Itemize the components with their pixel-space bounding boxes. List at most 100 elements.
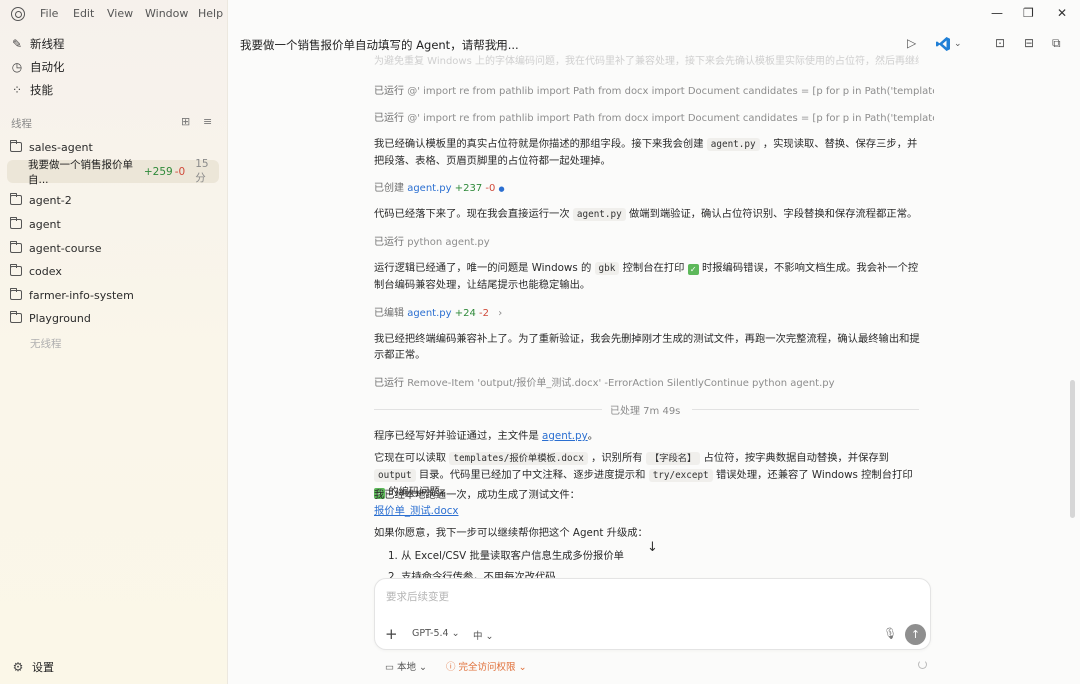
settings-label: 设置 — [32, 661, 54, 674]
menu-file[interactable]: File — [40, 7, 58, 20]
filter-icon[interactable]: ≡ — [203, 115, 212, 128]
scroll-down-arrow-icon[interactable]: ↓ — [647, 540, 658, 555]
add-attachment-icon[interactable]: + — [385, 625, 398, 643]
folder-label: farmer-info-system — [29, 288, 134, 302]
processed-duration: 已处理 7m 49s — [610, 406, 681, 417]
nav-automation[interactable]: ◷ 自动化 — [10, 56, 65, 78]
folder-icon — [10, 140, 22, 152]
thread-removed-count: -0 — [174, 165, 186, 178]
threads-section-label: 线程 — [11, 118, 32, 130]
run-command-row[interactable]: 已运行 python agent.py — [374, 233, 934, 248]
menu-window[interactable]: Window — [145, 7, 188, 20]
assistant-message: 代码已经落下来了。现在我会直接运行一次 agent.py 做端到端验证，确认占位… — [374, 208, 918, 221]
folder-farmer-info-system[interactable]: farmer-info-system — [10, 285, 134, 305]
more-options-icon[interactable]: ··· — [491, 36, 502, 50]
assistant-message: 如果你愿意，我下一步可以继续帮你把这个 Agent 升级成： — [374, 527, 648, 539]
nav-label: 新线程 — [30, 37, 65, 51]
assistant-message: 运行逻辑已经通了，唯一的问题是 Windows 的 gbk 控制台在打印 ✓ 时… — [374, 262, 919, 291]
thread-header-title: 我要做一个销售报价单自动填写的 Agent，请帮我用... — [240, 38, 519, 52]
location-selector[interactable]: ▭ 本地 ⌄ — [385, 659, 427, 673]
nav-label: 技能 — [30, 83, 53, 97]
file-link[interactable]: agent.py — [542, 430, 588, 442]
file-link[interactable]: agent.py — [407, 183, 451, 194]
output-file-row: 报价单_测试.docx — [374, 503, 934, 519]
folder-icon — [10, 193, 22, 205]
file-link[interactable]: agent.py — [407, 308, 451, 319]
folder-icon — [10, 217, 22, 229]
thread-added-count: +259 — [143, 165, 173, 178]
menu-help[interactable]: Help — [198, 7, 223, 20]
gear-icon: ⚙ — [12, 660, 24, 674]
folder-label: Playground — [29, 311, 91, 325]
close-icon[interactable]: ✕ — [1057, 6, 1067, 20]
loading-spinner-icon — [918, 660, 927, 669]
settings-button[interactable]: ⚙ 设置 — [11, 659, 54, 675]
composer-placeholder: 要求后续变更 — [386, 591, 449, 603]
message-composer[interactable]: 要求后续变更 + GPT-5.4 ⌄ 中 ⌄ 🎙 ↑ — [374, 578, 931, 650]
minimize-icon[interactable]: — — [991, 6, 1003, 20]
nav-new-thread[interactable]: ✎ 新线程 — [10, 33, 65, 55]
run-command-row[interactable]: 已运行 @' import re from pathlib import Pat… — [374, 82, 934, 97]
permission-selector[interactable]: ⓘ 完全访问权限 ⌄ — [446, 659, 527, 673]
thread-item-active[interactable]: 我要做一个销售报价单自... +259 -0 15 分 — [7, 158, 219, 186]
run-icon[interactable]: ▷ — [907, 36, 916, 50]
assistant-message: 我已经把终端编码兼容补上了。为了重新验证，我会先删掉刚才生成的测试文件，再跑一次… — [374, 333, 920, 361]
folder-agent[interactable]: agent — [10, 214, 61, 234]
send-button[interactable]: ↑ — [905, 624, 926, 645]
edited-file-row[interactable]: 已编辑 agent.py +24 -2 › — [374, 304, 934, 319]
folder-icon — [10, 311, 22, 323]
list-item: 1. 从 Excel/CSV 批量读取客户信息生成多份报价单 — [388, 550, 624, 562]
grid-icon: ⁘ — [11, 83, 23, 97]
split-panel-icon[interactable]: ⧉ — [1052, 36, 1061, 51]
folder-icon — [10, 241, 22, 253]
processed-divider: 已处理 7m 49s — [374, 402, 919, 417]
folder-codex[interactable]: codex — [10, 261, 62, 281]
folder-sales-agent[interactable]: sales-agent — [10, 137, 93, 157]
thread-title: 我要做一个销售报价单自... — [28, 158, 133, 186]
model-selector[interactable]: GPT-5.4 ⌄ — [412, 628, 460, 639]
edit-icon: ✎ — [11, 37, 23, 51]
faded-message: 为避免重复 Windows 上的字体编码问题，我在代码里补了兼容处理，接下来会先… — [374, 56, 919, 67]
check-emoji-icon: ✓ — [687, 264, 699, 275]
effort-selector[interactable]: 中 ⌄ — [473, 628, 494, 642]
vscode-icon[interactable] — [935, 36, 951, 52]
folder-label: codex — [29, 264, 62, 278]
run-command-row[interactable]: 已运行 @' import re from pathlib import Pat… — [374, 109, 934, 124]
empty-thread-label: 无线程 — [30, 338, 62, 350]
assistant-message: 程序已经写好并验证通过，主文件是 agent.py。 — [374, 430, 598, 442]
folder-label: agent — [29, 217, 61, 231]
menu-bar: File Edit View Window Help — [0, 0, 228, 28]
nav-skills[interactable]: ⁘ 技能 — [10, 79, 53, 101]
app-logo-icon — [11, 7, 25, 21]
menu-view[interactable]: View — [107, 7, 133, 20]
microphone-icon[interactable]: 🎙 — [883, 627, 897, 640]
main-panel: — ❐ ✕ 我要做一个销售报价单自动填写的 Agent，请帮我用... ··· … — [228, 0, 1080, 684]
terminal-icon[interactable]: ⊡ — [995, 36, 1005, 50]
folder-agent-course[interactable]: agent-course — [10, 238, 102, 258]
chevron-right-icon[interactable]: › — [498, 308, 502, 319]
folder-playground[interactable]: Playground — [10, 308, 91, 328]
assistant-message: 我已经本地跑通一次，成功生成了测试文件： — [374, 489, 580, 501]
new-folder-icon[interactable]: ⊞ — [181, 115, 190, 128]
nav-label: 自动化 — [30, 60, 65, 74]
maximize-icon[interactable]: ❐ — [1023, 6, 1034, 20]
folder-label: agent-course — [29, 241, 102, 255]
sidebar: File Edit View Window Help ✎ 新线程 ◷ 自动化 ⁘… — [0, 0, 228, 684]
chevron-down-icon[interactable]: ⌄ — [954, 39, 962, 49]
folder-icon — [10, 288, 22, 300]
clock-icon: ◷ — [11, 60, 23, 74]
thread-age: 15 分 — [195, 158, 209, 184]
file-link[interactable]: 报价单_测试.docx — [374, 505, 459, 517]
assistant-message: 我已经确认模板里的真实占位符就是你描述的那组字段。接下来我会创建 agent.p… — [374, 138, 918, 167]
menu-edit[interactable]: Edit — [73, 7, 94, 20]
list-item: 2. 支持命令行传参，不用每次改代码 — [388, 571, 556, 578]
folder-icon — [10, 264, 22, 276]
folder-label: sales-agent — [29, 140, 93, 154]
folder-label: agent-2 — [29, 193, 72, 207]
chat-scrollbar[interactable] — [1070, 380, 1075, 518]
run-command-row[interactable]: 已运行 Remove-Item 'output/报价单_测试.docx' -Er… — [374, 374, 934, 389]
status-dot-icon: ● — [498, 185, 505, 193]
folder-agent-2[interactable]: agent-2 — [10, 190, 72, 210]
created-file-row[interactable]: 已创建 agent.py +237 -0 ● — [374, 179, 934, 194]
diff-icon[interactable]: ⊟ — [1024, 36, 1034, 50]
